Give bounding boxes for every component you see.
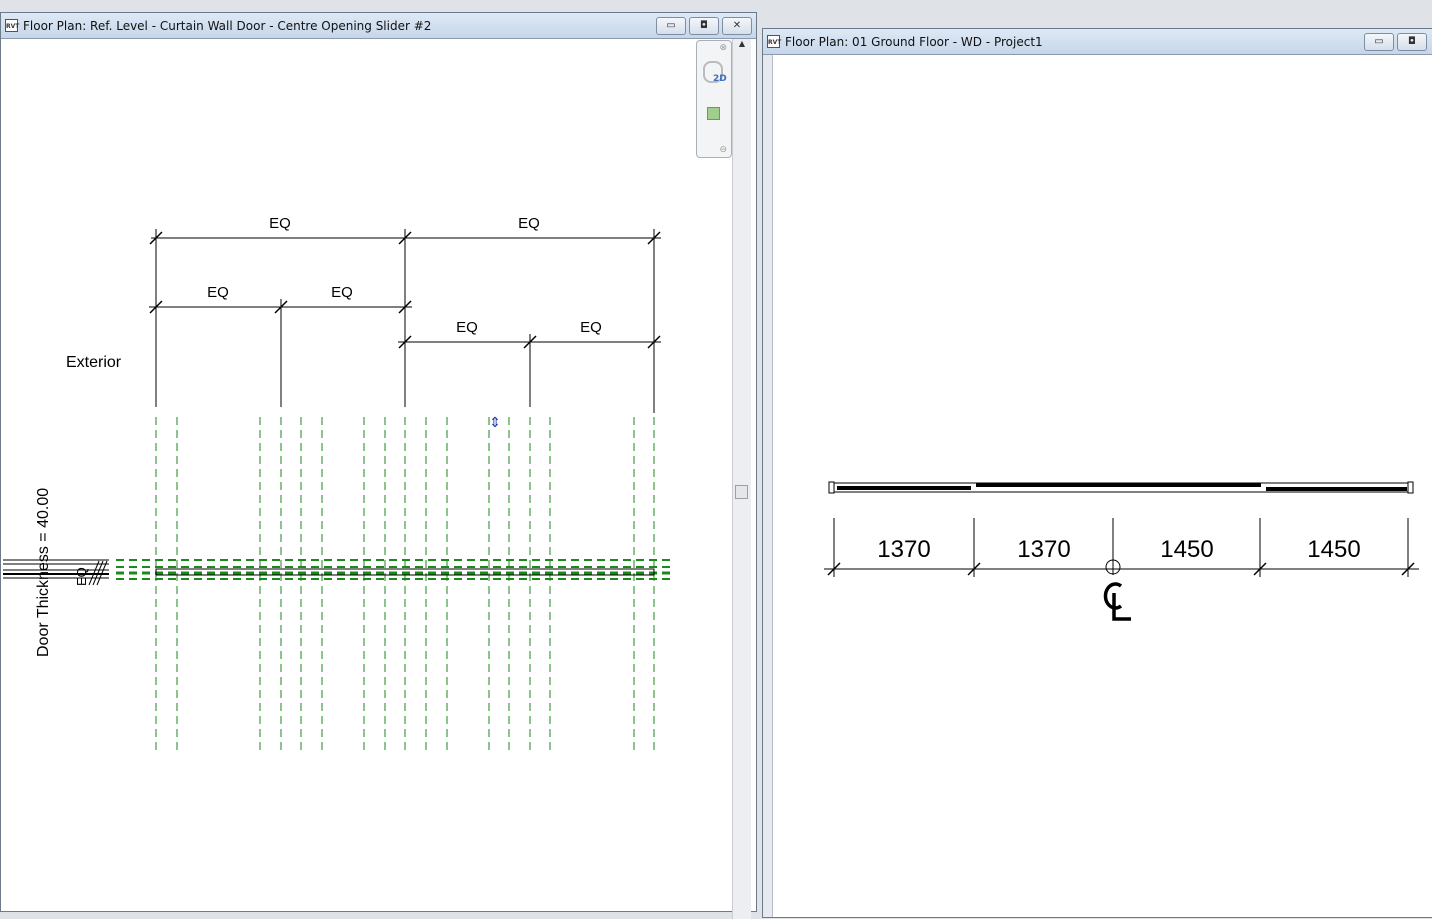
right-window-titlebar[interactable]: RVT Floor Plan: 01 Ground Floor - WD - P…: [763, 29, 1432, 55]
dimension-value[interactable]: 1450: [1307, 536, 1360, 563]
curtain-wall-door[interactable]: [828, 481, 1414, 494]
left-window-titlebar[interactable]: RVT Floor Plan: Ref. Level - Curtain Wal…: [1, 13, 756, 39]
minimize-button[interactable]: ▭: [656, 17, 686, 35]
left-view-window[interactable]: RVT Floor Plan: Ref. Level - Curtain Wal…: [0, 12, 757, 919]
close-navbar-icon[interactable]: ⊗: [719, 43, 727, 53]
right-window-title: Floor Plan: 01 Ground Floor - WD - Proje…: [785, 34, 1043, 49]
restore-button[interactable]: ◘: [689, 17, 719, 35]
rvt-file-icon: RVT: [767, 35, 781, 48]
scroll-thumb[interactable]: [735, 485, 748, 499]
right-drawing-canvas[interactable]: 1370 1370 1450 1450: [763, 55, 1432, 915]
navigation-bar[interactable]: ⊗ 2D ⊖: [696, 40, 732, 158]
left-vertical-scrollbar[interactable]: ▲: [732, 39, 751, 919]
eq-label[interactable]: EQ: [269, 215, 291, 232]
flip-control-icon[interactable]: ⇕: [489, 414, 501, 430]
close-button[interactable]: ✕: [722, 17, 752, 35]
reference-planes[interactable]: [155, 417, 655, 751]
centerline-symbol-icon: [1103, 582, 1131, 621]
scroll-up-arrow[interactable]: ▲: [733, 39, 751, 48]
dimension-value[interactable]: 1370: [877, 536, 930, 563]
door-thickness-parameter[interactable]: Door Thickness = 40.00: [35, 488, 52, 657]
minimize-button[interactable]: ▭: [1364, 33, 1394, 51]
eq-label[interactable]: EQ: [456, 319, 478, 336]
steering-wheel-2d-label: 2D: [713, 74, 727, 84]
dimension-value[interactable]: 1450: [1160, 536, 1213, 563]
eq-label[interactable]: EQ: [207, 284, 229, 301]
rvt-file-icon: RVT: [5, 19, 19, 32]
eq-label[interactable]: EQ: [518, 215, 540, 232]
exterior-label: Exterior: [66, 354, 122, 371]
left-window-title: Floor Plan: Ref. Level - Curtain Wall Do…: [23, 18, 432, 33]
dimension-value[interactable]: 1370: [1017, 536, 1070, 563]
restore-button[interactable]: ◘: [1397, 33, 1427, 51]
eq-label[interactable]: EQ: [580, 319, 602, 336]
left-drawing-canvas[interactable]: EQ EQ EQ EQ EQ EQ Exterior Door Thicknes…: [1, 39, 731, 919]
eq-label[interactable]: EQ: [331, 284, 353, 301]
zoom-region-icon[interactable]: [707, 107, 720, 120]
right-view-window[interactable]: RVT Floor Plan: 01 Ground Floor - WD - P…: [762, 28, 1432, 918]
navbar-options-icon[interactable]: ⊖: [719, 145, 727, 155]
